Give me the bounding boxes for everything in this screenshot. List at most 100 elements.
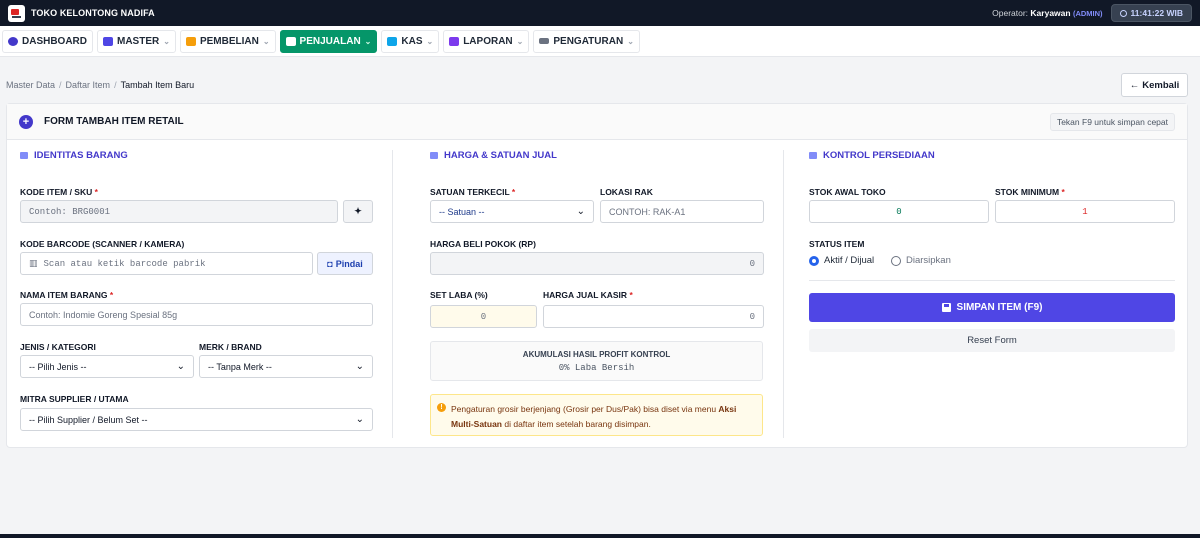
section-heading: HARGA & SATUAN JUAL	[430, 150, 557, 161]
generate-code-button[interactable]: ✦	[343, 200, 373, 223]
laba-percent-input[interactable]: 0	[430, 305, 537, 328]
chevron-down-icon: ⌄	[262, 36, 270, 46]
clock-badge: 11:41:22 WIB	[1110, 4, 1192, 22]
stok-awal-input[interactable]: 0	[809, 200, 989, 223]
nav-laporan[interactable]: LAPORAN ⌄	[443, 29, 530, 53]
magic-wand-icon: ✦	[354, 206, 362, 216]
sliders-icon	[539, 38, 550, 44]
section-heading: IDENTITAS BARANG	[20, 150, 128, 161]
camera-icon: ◘	[327, 258, 333, 269]
breadcrumb-current: Tambah Item Baru	[120, 80, 195, 90]
truck-icon	[185, 36, 196, 46]
nav-penjualan[interactable]: PENJUALAN ⌄	[279, 29, 378, 53]
chevron-down-icon: ⌄	[355, 361, 364, 372]
lokasi-rak-input[interactable]: CONTOH: RAK-A1	[600, 200, 764, 223]
chevron-down-icon: ⌄	[355, 414, 364, 425]
supplier-select[interactable]: -- Pilih Supplier / Belum Set -- ⌄	[20, 408, 373, 431]
harga-jual-input[interactable]: 0	[543, 305, 764, 328]
tag-icon	[20, 152, 28, 159]
supplier-label: MITRA SUPPLIER / UTAMA	[20, 394, 129, 404]
money-icon	[430, 152, 438, 159]
harga-beli-input[interactable]: 0	[430, 252, 764, 275]
chevron-down-icon: ⌄	[426, 36, 434, 46]
arrow-left-icon: ←	[1129, 79, 1140, 91]
form-title: FORM TAMBAH ITEM RETAIL	[44, 116, 184, 127]
column-divider	[392, 150, 393, 438]
profit-summary: AKUMULASI HASIL PROFIT KONTROL 0% Laba B…	[430, 341, 763, 381]
section-heading: KONTROL PERSEDIAAN	[809, 150, 935, 161]
save-icon	[941, 303, 951, 312]
boxes-icon	[809, 152, 817, 159]
plus-circle-icon: +	[19, 114, 33, 129]
nav-pengaturan[interactable]: PENGATURAN ⌄	[533, 29, 640, 53]
breadcrumb-item[interactable]: Master Data	[6, 80, 55, 90]
barcode-input[interactable]: ▥ Scan atau ketik barcode pabrik	[20, 252, 313, 275]
merk-label: MERK / BRAND	[199, 342, 262, 352]
stok-minimum-input[interactable]: 1	[995, 200, 1175, 223]
status-aktif-radio[interactable]: Aktif / Dijual	[809, 255, 874, 266]
section-identitas: IDENTITAS BARANG	[20, 150, 128, 161]
nav-dashboard[interactable]: DASHBOARD	[2, 29, 93, 53]
item-form-card: + FORM TAMBAH ITEM RETAIL Tekan F9 untuk…	[6, 103, 1188, 448]
chevron-down-icon: ⌄	[176, 361, 185, 372]
scan-camera-button[interactable]: ◘ Pindai	[317, 252, 373, 275]
chevron-down-icon: ⌄	[627, 36, 634, 46]
app-title: TOKO KELONTONG NADIFA	[31, 8, 155, 18]
operator-info: Operator: Karyawan (ADMIN)	[992, 8, 1103, 18]
breadcrumb-item[interactable]: Daftar Item	[66, 80, 111, 90]
reset-form-button[interactable]: Reset Form	[809, 329, 1175, 352]
status-arsip-radio[interactable]: Diarsipkan	[891, 255, 951, 266]
chevron-down-icon: ⌄	[576, 206, 585, 217]
satuan-select[interactable]: -- Satuan -- ⌄	[430, 200, 594, 223]
dashboard-icon	[8, 36, 18, 46]
cart-icon	[285, 36, 296, 46]
shortcut-hint: Tekan F9 untuk simpan cepat	[1049, 112, 1175, 131]
clock-icon	[1119, 9, 1127, 17]
main-nav: DASHBOARD MASTER ⌄ PEMBELIAN ⌄ PENJUALAN ⌄ …	[0, 26, 1200, 57]
section-harga: HARGA & SATUAN JUAL	[430, 150, 557, 161]
back-button[interactable]: ← Kembali	[1121, 73, 1188, 97]
status-label: STATUS ITEM	[809, 239, 865, 249]
nav-kas[interactable]: KAS ⌄	[381, 29, 440, 53]
breadcrumb: Master Data / Daftar Item / Tambah Item Baru	[6, 80, 195, 90]
report-icon	[449, 36, 460, 46]
wallet-icon	[387, 36, 398, 46]
barcode-label: KODE BARCODE (SCANNER / KAMERA)	[20, 239, 185, 249]
database-icon	[103, 36, 113, 46]
warning-icon: !	[437, 403, 446, 412]
jual-label: HARGA JUAL KASIR *	[543, 290, 633, 300]
chevron-down-icon: ⌄	[163, 36, 170, 46]
nav-pembelian[interactable]: PEMBELIAN ⌄	[179, 29, 276, 53]
rak-label: LOKASI RAK	[600, 187, 653, 197]
section-persediaan: KONTROL PERSEDIAAN	[809, 150, 935, 161]
merk-select[interactable]: -- Tanpa Merk -- ⌄	[199, 355, 373, 378]
divider	[809, 280, 1175, 281]
jenis-label: JENIS / KATEGORI	[20, 342, 96, 352]
store-logo-icon	[8, 4, 25, 22]
stok-min-label: STOK MINIMUM *	[995, 187, 1065, 197]
nama-item-input[interactable]: Contoh: Indomie Goreng Spesial 85g	[20, 303, 373, 326]
chevron-down-icon: ⌄	[364, 36, 372, 46]
card-header: + FORM TAMBAH ITEM RETAIL Tekan F9 untuk…	[7, 104, 1187, 140]
profit-summary-value: 0% Laba Bersih	[558, 362, 635, 373]
bottom-edge	[0, 534, 1200, 538]
nama-label: NAMA ITEM BARANG *	[20, 290, 114, 300]
stok-awal-label: STOK AWAL TOKO	[809, 187, 886, 197]
satuan-label: SATUAN TERKECIL *	[430, 187, 516, 197]
top-bar-right: Operator: Karyawan (ADMIN) 11:41:22 WIB	[992, 4, 1192, 22]
radio-checked-icon	[809, 255, 819, 266]
jenis-select[interactable]: -- Pilih Jenis -- ⌄	[20, 355, 194, 378]
beli-label: HARGA BELI POKOK (RP)	[430, 239, 536, 249]
kode-label: KODE ITEM / SKU *	[20, 187, 98, 197]
profit-summary-title: AKUMULASI HASIL PROFIT KONTROL	[522, 349, 671, 359]
top-bar: TOKO KELONTONG NADIFA Operator: Karyawan…	[0, 0, 1200, 26]
barcode-icon: ▥	[29, 258, 38, 269]
chevron-down-icon: ⌄	[516, 36, 524, 46]
radio-unchecked-icon	[891, 255, 901, 266]
nav-master[interactable]: MASTER ⌄	[97, 29, 176, 53]
kode-item-input[interactable]: Contoh: BRG0001	[20, 200, 338, 223]
save-item-button[interactable]: SIMPAN ITEM (F9)	[809, 293, 1175, 322]
laba-label: SET LABA (%)	[430, 290, 488, 300]
wholesale-note: ! Pengaturan grosir berjenjang (Grosir p…	[430, 394, 763, 436]
column-divider	[783, 150, 784, 438]
